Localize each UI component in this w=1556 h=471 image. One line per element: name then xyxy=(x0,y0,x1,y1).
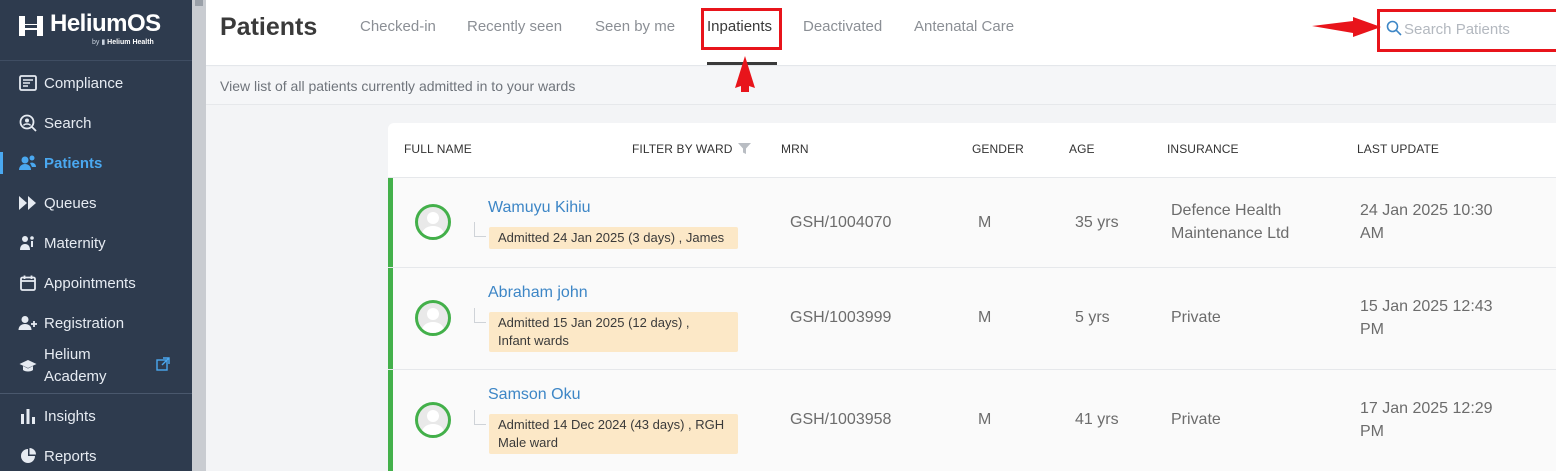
age-cell: 5 yrs xyxy=(1075,309,1110,326)
graduation-cap-icon xyxy=(18,357,38,375)
row-status-bar xyxy=(388,268,393,369)
gender-cell: M xyxy=(978,214,992,231)
sidebar-item-queues[interactable]: Queues xyxy=(0,183,192,223)
sidebar-item-label: Compliance xyxy=(44,74,124,92)
brand-name: HeliumOS xyxy=(50,10,161,37)
sidebar-item-label: Maternity xyxy=(44,234,106,252)
sidebar-item-registration[interactable]: Registration xyxy=(0,303,192,343)
filter-icon[interactable] xyxy=(737,143,751,154)
sidebar-item-label: Queues xyxy=(44,194,97,212)
bar-chart-icon xyxy=(18,407,38,425)
column-header-full-name[interactable]: FULL NAME xyxy=(404,142,472,156)
table-row[interactable]: Samson Oku Admitted 14 Dec 2024 (43 days… xyxy=(388,370,1556,471)
pie-chart-icon xyxy=(18,447,38,465)
avatar[interactable] xyxy=(415,300,451,336)
sidebar-item-label: Reports xyxy=(44,447,97,465)
row-status-bar xyxy=(388,370,393,471)
maternity-icon xyxy=(18,234,38,252)
sidebar-scrollbar[interactable] xyxy=(192,0,206,471)
admission-badge: Admitted 15 Jan 2025 (12 days) , Infant w… xyxy=(489,312,738,352)
tab-antenatal-care[interactable]: Antenatal Care xyxy=(914,18,1014,35)
insurance-cell: Private xyxy=(1171,411,1221,428)
sidebar-item-helium-academy[interactable]: Helium Academy xyxy=(0,343,192,389)
mrn-cell: GSH/1004070 xyxy=(790,214,892,231)
patients-icon xyxy=(18,154,38,172)
sidebar-item-label: Search xyxy=(44,114,92,132)
tab-checked-in[interactable]: Checked-in xyxy=(360,18,436,35)
table-row[interactable]: Abraham john Admitted 15 Jan 2025 (12 da… xyxy=(388,268,1556,370)
calendar-icon xyxy=(18,274,38,292)
sidebar-item-search[interactable]: Search xyxy=(0,103,192,143)
avatar[interactable] xyxy=(415,402,451,438)
sidebar-item-label: Insights xyxy=(44,407,96,425)
sidebar-item-compliance[interactable]: Compliance xyxy=(0,63,192,103)
brand-divider xyxy=(0,60,192,61)
sidebar-item-appointments[interactable]: Appointments xyxy=(0,263,192,303)
brand[interactable]: HeliumOS by ▮ Helium Health xyxy=(0,0,192,58)
sidebar-item-label: Helium Academy xyxy=(44,346,107,385)
column-header-mrn[interactable]: MRN xyxy=(781,142,809,156)
page-description: View list of all patients currently admi… xyxy=(220,78,576,94)
sidebar-item-label: Appointments xyxy=(44,274,136,292)
column-header-insurance[interactable]: INSURANCE xyxy=(1167,142,1239,156)
patient-name-link[interactable]: Abraham john xyxy=(488,284,588,302)
page-description-bar: View list of all patients currently admi… xyxy=(206,67,1556,105)
page-title: Patients xyxy=(220,13,318,41)
sidebar-divider xyxy=(0,393,192,394)
row-connector xyxy=(474,222,486,237)
insurance-cell: Defence Health Maintenance Ltd xyxy=(1171,202,1290,242)
table-row[interactable]: Wamuyu Kihiu Admitted 24 Jan 2025 (3 day… xyxy=(388,178,1556,268)
tab-deactivated[interactable]: Deactivated xyxy=(803,18,882,35)
age-cell: 41 yrs xyxy=(1075,411,1119,428)
column-header-last-update[interactable]: LAST UPDATE xyxy=(1357,142,1439,156)
search-icon xyxy=(18,114,38,132)
sidebar-item-label: Patients xyxy=(44,154,103,172)
sidebar-item-insights[interactable]: Insights xyxy=(0,396,192,436)
tab-seen-by-me[interactable]: Seen by me xyxy=(595,18,675,35)
row-status-bar xyxy=(388,178,393,267)
helium-logo-icon xyxy=(19,16,43,36)
patients-table: FULL NAME FILTER BY WARD MRN GENDER AGE … xyxy=(388,123,1556,471)
column-header-gender[interactable]: GENDER xyxy=(972,142,1024,156)
last-update-cell: 24 Jan 2025 10:30 AM xyxy=(1360,202,1493,242)
external-link-icon[interactable] xyxy=(156,357,170,375)
gender-cell: M xyxy=(978,411,992,428)
scrollbar-thumb[interactable] xyxy=(195,0,203,6)
gender-cell: M xyxy=(978,309,992,326)
column-header-age[interactable]: AGE xyxy=(1069,142,1095,156)
insurance-cell: Private xyxy=(1171,309,1221,326)
last-update-cell: 15 Jan 2025 12:43 PM xyxy=(1360,298,1493,338)
brand-subtitle: by ▮ Helium Health xyxy=(92,39,154,46)
admission-badge: Admitted 14 Dec 2024 (43 days) , RGH Male… xyxy=(489,414,738,454)
sidebar-nav: Compliance Search Patients Queues Matern… xyxy=(0,63,192,471)
admission-badge: Admitted 24 Jan 2025 (3 days) , James xyxy=(489,227,738,249)
avatar[interactable] xyxy=(415,204,451,240)
tab-recently-seen[interactable]: Recently seen xyxy=(467,18,562,35)
row-connector xyxy=(474,308,486,323)
active-tab-indicator xyxy=(707,62,777,65)
table-header: FULL NAME FILTER BY WARD MRN GENDER AGE … xyxy=(388,123,1556,178)
age-cell: 35 yrs xyxy=(1075,214,1119,231)
queues-icon xyxy=(18,194,38,212)
last-update-cell: 17 Jan 2025 12:29 PM xyxy=(1360,400,1493,440)
sidebar-item-patients[interactable]: Patients xyxy=(0,143,192,183)
top-bar: Patients Checked-in Recently seen Seen b… xyxy=(206,0,1556,66)
sidebar-item-label: Registration xyxy=(44,314,125,332)
mrn-cell: GSH/1003999 xyxy=(790,309,892,326)
sidebar-item-reports[interactable]: Reports xyxy=(0,436,192,471)
mrn-cell: GSH/1003958 xyxy=(790,411,892,428)
sidebar-item-maternity[interactable]: Maternity xyxy=(0,223,192,263)
add-user-icon xyxy=(18,314,38,332)
sidebar: HeliumOS by ▮ Helium Health Compliance S… xyxy=(0,0,192,471)
patient-name-link[interactable]: Samson Oku xyxy=(488,386,580,404)
highlight-box-inpatients xyxy=(701,8,782,50)
column-header-filter-by-ward[interactable]: FILTER BY WARD xyxy=(632,142,751,156)
row-connector xyxy=(474,410,486,425)
highlight-box-search xyxy=(1377,9,1556,52)
patient-name-link[interactable]: Wamuyu Kihiu xyxy=(488,199,591,217)
compliance-icon xyxy=(18,74,38,92)
